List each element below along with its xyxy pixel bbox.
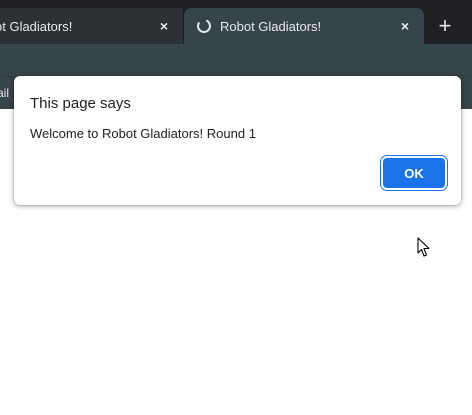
tab-active[interactable]: Robot Gladiators! × <box>184 8 424 44</box>
dialog-message: Welcome to Robot Gladiators! Round 1 <box>30 126 256 141</box>
browser-toolbar <box>0 44 472 76</box>
new-tab-icon[interactable]: + <box>431 12 459 40</box>
mouse-pointer-icon <box>417 237 430 257</box>
dialog-title: This page says <box>30 95 131 112</box>
tab-title: Robot Gladiators! <box>220 18 322 34</box>
loading-spinner-icon <box>197 19 211 33</box>
bookmark-item[interactable]: ail <box>0 86 9 100</box>
tab-title: ot Gladiators! <box>0 18 73 34</box>
close-tab-icon[interactable]: × <box>155 17 173 35</box>
tab-strip: ot Gladiators! × Robot Gladiators! × + <box>0 0 472 44</box>
tab-inactive[interactable]: ot Gladiators! × <box>0 8 183 44</box>
alert-dialog: This page says Welcome to Robot Gladiato… <box>14 76 461 205</box>
close-tab-icon[interactable]: × <box>396 17 414 35</box>
ok-button[interactable]: OK <box>383 158 445 188</box>
